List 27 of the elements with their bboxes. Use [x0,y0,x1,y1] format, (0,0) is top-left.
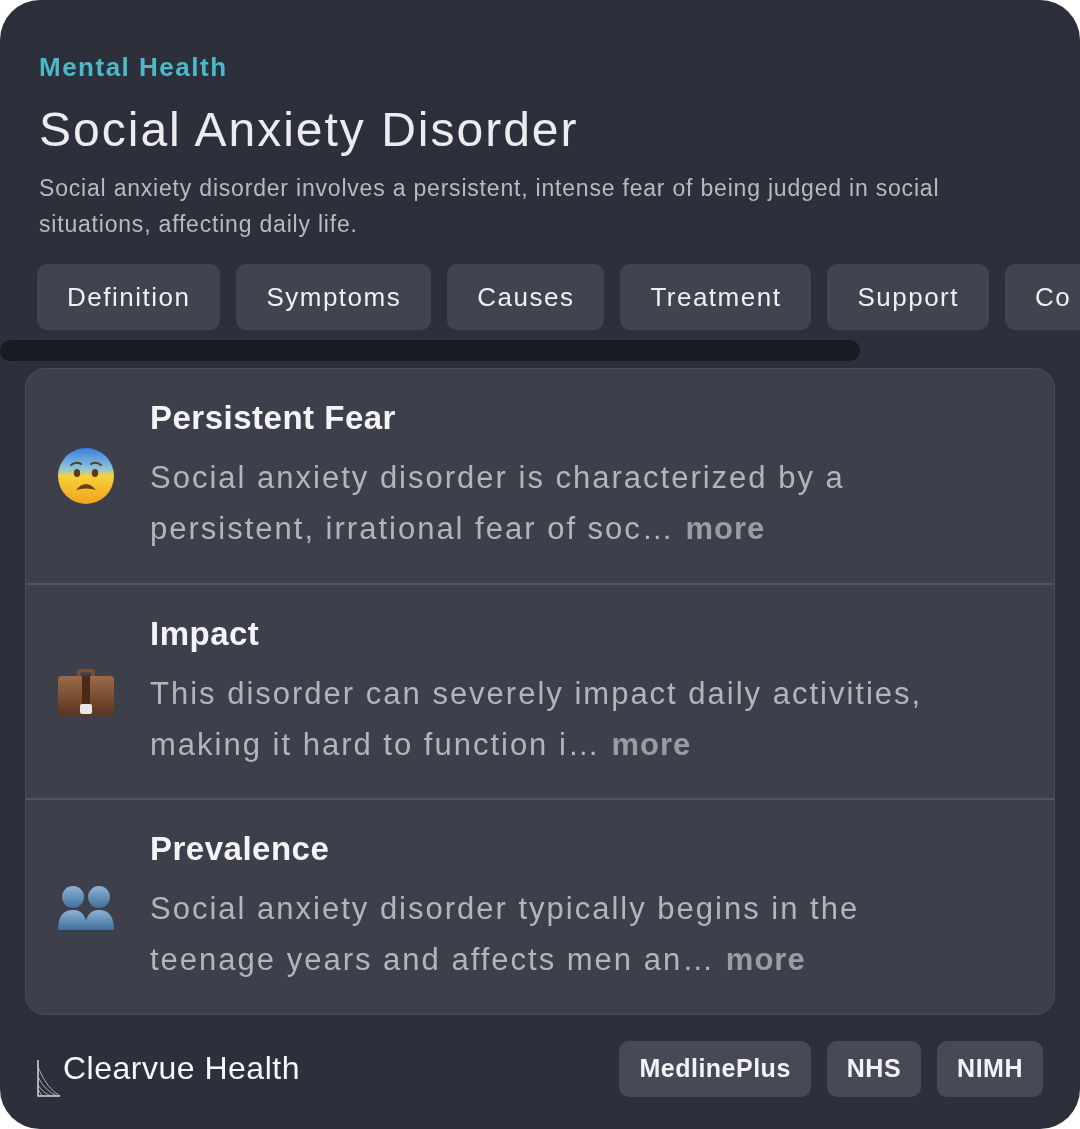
fearful-face-icon [58,447,114,504]
item-description: Social anxiety disorder typically begins in the teenage years and affects men an… more [150,890,861,980]
more-link[interactable]: more [611,726,692,762]
item-title: Prevalence [150,829,330,870]
tab[interactable]: Support [827,264,989,330]
category-label: Mental Health [39,51,228,84]
item-description: Social anxiety disorder is characterized by a persistent, irrational fear of soc… more [150,458,846,548]
description-text: Social anxiety disorder involves a persistent, intense fear of being judged in social situations, affecting daily life. [39,174,941,239]
more-link[interactable]: more [725,942,806,978]
item-title: Persistent Fear [150,397,396,438]
tab[interactable]: Symptoms [236,264,432,330]
source-link[interactable]: NHS [826,1041,922,1097]
tab[interactable]: Co [1005,264,1080,330]
triangle-logo-icon [37,1059,61,1097]
more-link[interactable]: more [685,510,766,546]
briefcase-icon [57,666,115,717]
people-icon [57,884,115,931]
scrollbar-thumb[interactable] [0,340,860,361]
tab[interactable]: Definition [37,264,221,330]
item-title: Impact [150,613,260,654]
tab[interactable]: Treatment [620,264,812,330]
brand-name: Clearvue Health [63,1049,300,1087]
page-title: Social Anxiety Disorder [39,102,579,158]
source-link[interactable]: NIMH [937,1041,1043,1097]
tab[interactable]: Causes [447,264,605,330]
source-link[interactable]: MedlinePlus [619,1041,811,1097]
item-description: This disorder can severely impact daily activities, making it hard to function i… more [150,674,924,764]
